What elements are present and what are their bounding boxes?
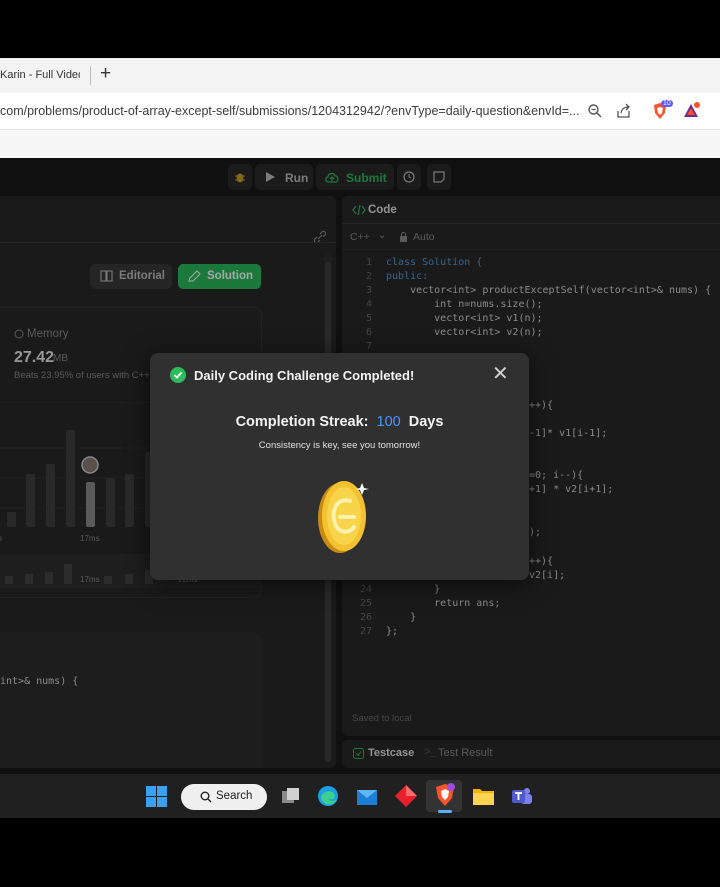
consistency-message: Consistency is key, see you tomorrow!: [258, 440, 421, 451]
brave-browser-icon[interactable]: [434, 783, 456, 807]
edge-browser-icon[interactable]: [317, 785, 339, 807]
tab-divider: [90, 66, 91, 85]
brave-rewards-icon[interactable]: [682, 102, 700, 120]
teams-icon[interactable]: [511, 785, 533, 807]
streak-label: Completion Streak:: [235, 414, 369, 430]
windows-start-icon[interactable]: [146, 786, 167, 807]
zoom-icon[interactable]: [586, 102, 604, 120]
active-indicator: [438, 810, 452, 813]
new-tab-button[interactable]: +: [100, 62, 111, 86]
browser-tab-title[interactable]: Karin - Full Video: [0, 69, 80, 81]
search-label: Search: [216, 790, 253, 802]
search-icon: [200, 791, 212, 803]
daily-challenge-modal: Daily Coding Challenge Completed! ✕ Comp…: [150, 353, 529, 580]
close-icon[interactable]: ✕: [492, 363, 509, 385]
gold-coin-icon: [318, 481, 369, 553]
browser-tab-bar: Karin - Full Video +: [0, 58, 720, 93]
modal-title: Daily Coding Challenge Completed!: [194, 368, 415, 383]
browser-content-top: [0, 130, 720, 158]
streak-value: 100: [376, 414, 401, 430]
task-view-icon[interactable]: [281, 786, 301, 806]
share-icon[interactable]: [615, 102, 633, 120]
app-diamond-icon[interactable]: [394, 784, 418, 808]
file-explorer-icon[interactable]: [472, 786, 495, 806]
screen-bezel: [0, 818, 720, 887]
mail-icon[interactable]: [356, 786, 378, 806]
address-bar: com/problems/product-of-array-except-sel…: [0, 93, 720, 130]
check-circle-icon: [170, 367, 186, 383]
url-field[interactable]: com/problems/product-of-array-except-sel…: [0, 104, 579, 118]
shields-badge: 10: [661, 100, 673, 107]
streak-row: Completion Streak: 100 Days: [150, 414, 529, 430]
streak-unit: Days: [408, 414, 444, 430]
